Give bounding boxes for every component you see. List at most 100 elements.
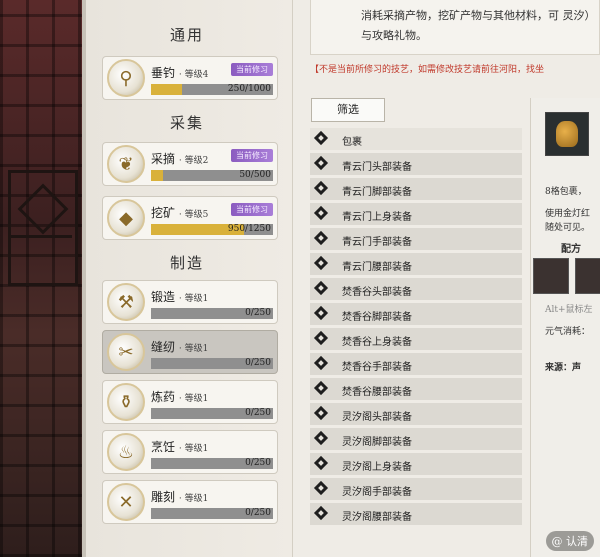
skill-name: 烹饪 (151, 440, 176, 454)
recipe-item[interactable]: 青云门手部装备 (310, 228, 522, 250)
background-scenery (0, 0, 82, 557)
recipe-label: 青云门头部装备 (342, 162, 412, 173)
recipe-label: 灵汐阁上身装备 (342, 462, 412, 473)
formula-title: 配方 (561, 244, 581, 255)
progress-value: 250/1000 (227, 84, 271, 94)
bag-item-icon[interactable] (545, 112, 589, 156)
progress-value: 0/250 (245, 308, 271, 318)
diamond-icon (313, 355, 329, 371)
recipe-item[interactable]: 灵汐阁上身装备 (310, 453, 522, 475)
item-detail-panel: 8格包裹， 使用金灯红 随处可见。 配方 Alt+鼠标左 元气消耗： 来源：声 (530, 98, 600, 557)
recipe-label: 青云门脚部装备 (342, 187, 412, 198)
recipe-label: 灵汐阁脚部装备 (342, 437, 412, 448)
energy-cost-label: 元气消耗： (545, 327, 591, 337)
current-badge: 当前修习 (231, 149, 273, 162)
current-badge: 当前修习 (231, 203, 273, 216)
recipe-item[interactable]: 焚香谷手部装备 (310, 353, 522, 375)
skill-fishing[interactable]: ⚲ 垂钓 · 等级4 当前修习 250/1000 (102, 56, 278, 100)
section-title-craft: 制造 (169, 254, 204, 272)
recipe-label: 灵汐阁腰部装备 (342, 512, 412, 523)
diamond-icon (313, 230, 329, 246)
diamond-icon (313, 480, 329, 496)
recipe-item[interactable]: 灵汐阁脚部装备 (310, 428, 522, 450)
fishing-icon: ⚲ (107, 59, 145, 97)
recipe-label: 焚香谷头部装备 (342, 287, 412, 298)
skill-sewing[interactable]: ✂ 缝纫 · 等级1 0/250 (102, 330, 278, 374)
recipe-item[interactable]: 青云门脚部装备 (310, 178, 522, 200)
diamond-icon (313, 430, 329, 446)
skill-forging[interactable]: ⚒ 锻造 · 等级1 0/250 (102, 280, 278, 324)
skill-cooking[interactable]: ♨ 烹饪 · 等级1 0/250 (102, 430, 278, 474)
diamond-icon (313, 380, 329, 396)
recipe-item[interactable]: 青云门腰部装备 (310, 253, 522, 275)
skill-mining[interactable]: ◆ 挖矿 · 等级5 当前修习 950/1250 (102, 196, 278, 240)
recipe-item[interactable]: 焚香谷上身装备 (310, 328, 522, 350)
section-title-gather: 采集 (169, 114, 204, 132)
recipe-item[interactable]: 青云门头部装备 (310, 153, 522, 175)
diamond-icon (313, 330, 329, 346)
chisel-icon: ✕ (107, 483, 145, 521)
recipe-item[interactable]: 焚香谷头部装备 (310, 278, 522, 300)
diamond-icon (313, 305, 329, 321)
material-slot-2[interactable] (575, 258, 600, 294)
progress-value: 0/250 (245, 408, 271, 418)
ore-icon: ◆ (107, 199, 145, 237)
material-slot-1[interactable] (533, 258, 569, 294)
progress-value: 0/250 (245, 458, 271, 468)
diamond-icon (313, 205, 329, 221)
skill-column: 通用 ⚲ 垂钓 · 等级4 当前修习 250/1000 采集 ❦ 采摘 · 等级… (82, 0, 293, 557)
window-edge (82, 0, 86, 557)
recipe-label: 青云门腰部装备 (342, 262, 412, 273)
recipe-item[interactable]: 灵汐阁腰部装备 (310, 503, 522, 525)
recipe-item[interactable]: 包裹 (310, 128, 522, 150)
recipe-item[interactable]: 灵汐阁头部装备 (310, 403, 522, 425)
progress-value: 950/1250 (227, 224, 271, 234)
mortar-icon: ⚱ (107, 383, 145, 421)
progress-value: 0/250 (245, 508, 271, 518)
detail-line: 8格包裹， (545, 187, 587, 197)
recipe-label: 青云门手部装备 (342, 237, 412, 248)
recipe-item[interactable]: 青云门上身装备 (310, 203, 522, 225)
section-title-general: 通用 (169, 26, 204, 44)
skill-level: · 等级5 (178, 210, 209, 220)
skill-level: · 等级1 (178, 344, 209, 354)
skill-name: 缝纫 (151, 340, 176, 354)
recipe-label: 灵汐阁头部装备 (342, 412, 412, 423)
progress-value: 0/250 (245, 358, 271, 368)
alt-click-hint: Alt+鼠标左 (545, 305, 593, 315)
anvil-icon: ⚒ (107, 283, 145, 321)
progress-value: 50/500 (239, 170, 271, 180)
leaf-icon: ❦ (107, 145, 145, 183)
diamond-icon (313, 280, 329, 296)
skill-level: · 等级4 (178, 70, 209, 80)
skill-carving[interactable]: ✕ 雕刻 · 等级1 0/250 (102, 480, 278, 524)
skill-name: 锻造 (151, 290, 176, 304)
recipe-label: 焚香谷上身装备 (342, 337, 412, 348)
skill-name: 雕刻 (151, 490, 176, 504)
diamond-icon (313, 455, 329, 471)
detail-line: 使用金灯红 (545, 209, 591, 219)
diamond-icon (313, 130, 329, 146)
current-badge: 当前修习 (231, 63, 273, 76)
recipe-label: 青云门上身装备 (342, 212, 412, 223)
skill-level: · 等级2 (178, 156, 209, 166)
recipe-item[interactable]: 焚香谷脚部装备 (310, 303, 522, 325)
skill-level: · 等级1 (178, 294, 209, 304)
recipe-item[interactable]: 焚香谷腰部装备 (310, 378, 522, 400)
skill-level: · 等级1 (178, 394, 209, 404)
crafting-window: 通用 ⚲ 垂钓 · 等级4 当前修习 250/1000 采集 ❦ 采摘 · 等级… (82, 0, 600, 557)
skill-level: · 等级1 (178, 494, 209, 504)
filter-button[interactable]: 筛选 (311, 98, 385, 122)
recipe-item[interactable]: 灵汐阁手部装备 (310, 478, 522, 500)
watermark: @ 认清 (545, 531, 594, 551)
diamond-icon (313, 405, 329, 421)
skill-name: 挖矿 (151, 206, 176, 220)
skill-picking[interactable]: ❦ 采摘 · 等级2 当前修习 50/500 (102, 142, 278, 186)
skill-level: · 等级1 (178, 444, 209, 454)
warning-text: 【不是当前所修习的技艺，如需修改技艺请前往河阳，找坐 (310, 65, 545, 75)
recipe-label: 焚香谷腰部装备 (342, 387, 412, 398)
recipe-label: 焚香谷脚部装备 (342, 312, 412, 323)
recipe-label: 灵汐阁手部装备 (342, 487, 412, 498)
skill-alchemy[interactable]: ⚱ 炼药 · 等级1 0/250 (102, 380, 278, 424)
diamond-icon (313, 180, 329, 196)
